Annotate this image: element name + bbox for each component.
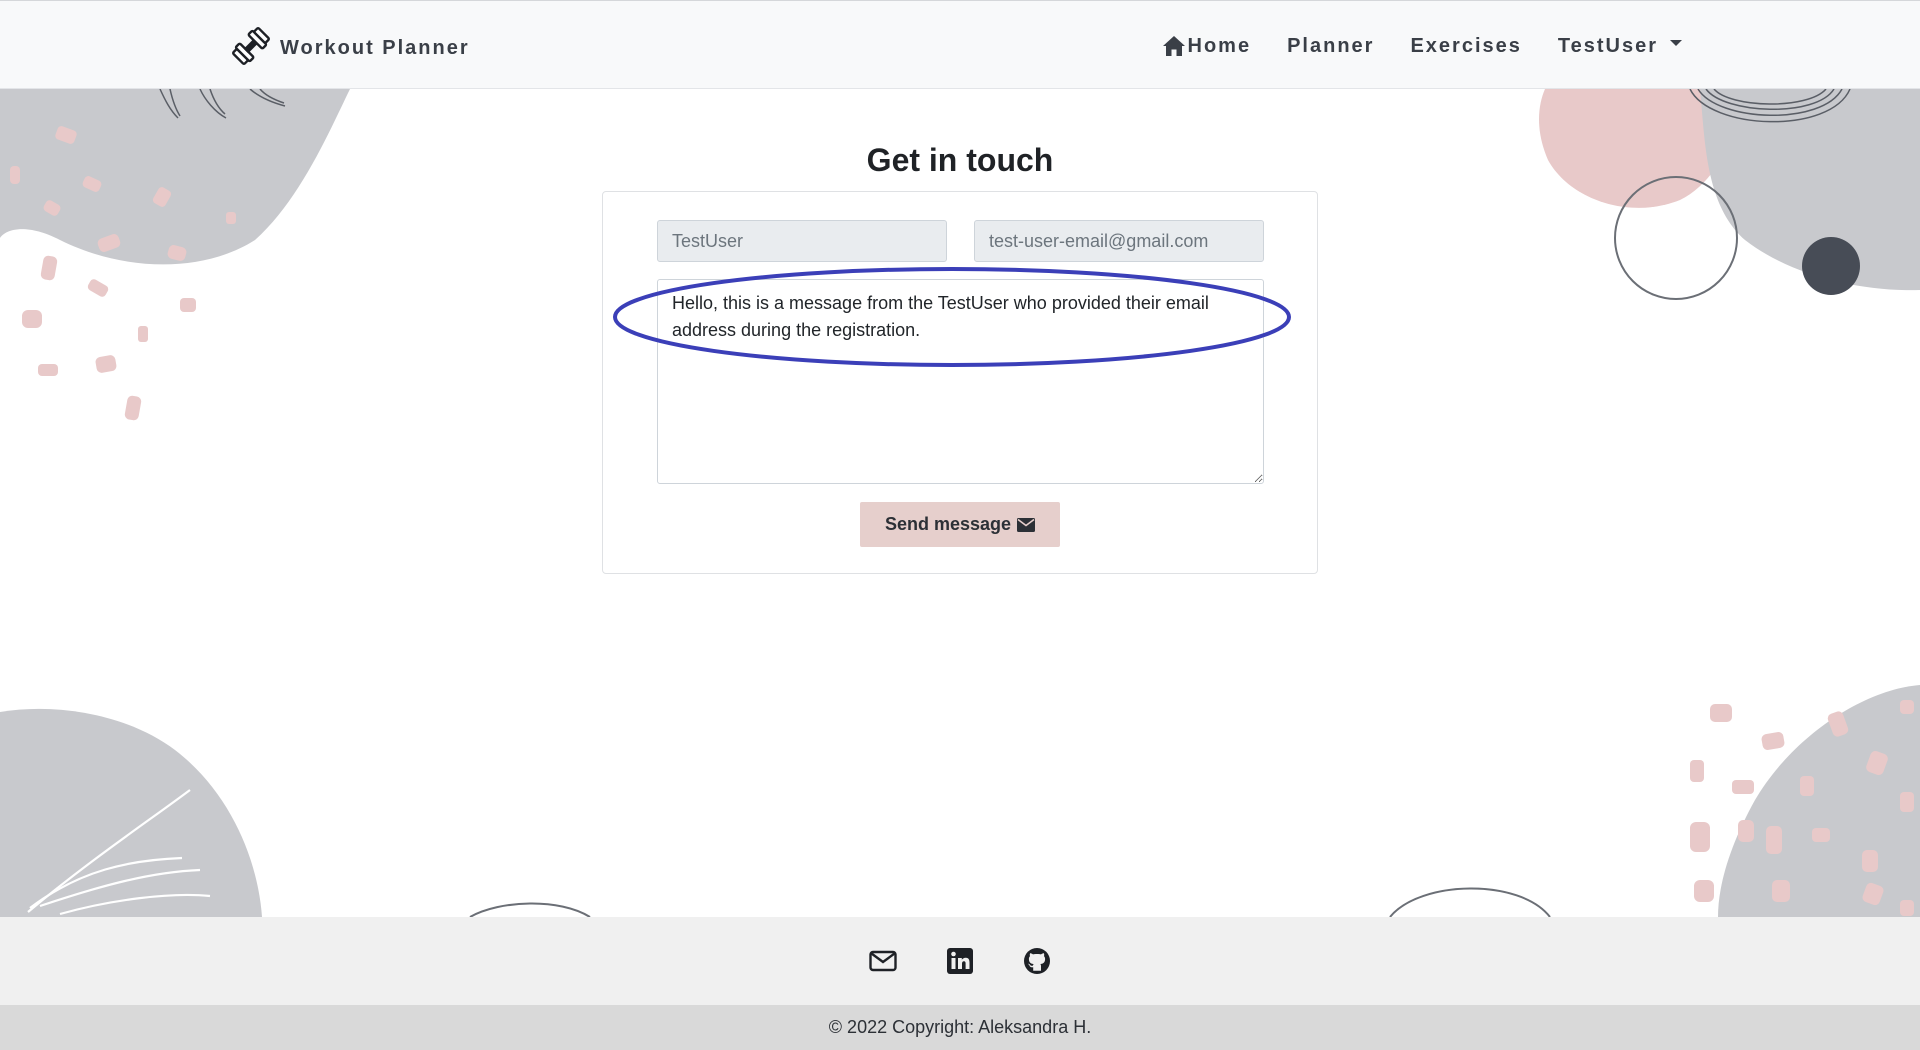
- nav-exercises-label: Exercises: [1410, 34, 1522, 57]
- message-textarea[interactable]: Hello, this is a message from the TestUs…: [657, 279, 1264, 484]
- copyright-text: © 2022 Copyright: Aleksandra H.: [828, 1017, 1092, 1037]
- footer-social-links: [0, 917, 1920, 1005]
- name-field[interactable]: [657, 220, 947, 262]
- user-dropdown[interactable]: TestUser: [1558, 35, 1682, 58]
- nav-planner-label: Planner: [1287, 34, 1375, 57]
- nav-home-label: Home: [1187, 34, 1252, 57]
- nav-exercises[interactable]: Exercises: [1410, 35, 1521, 58]
- nav-home[interactable]: Home: [1162, 35, 1252, 58]
- github-icon[interactable]: [1023, 947, 1051, 975]
- home-icon: [1162, 36, 1185, 56]
- send-message-button[interactable]: Send message: [860, 502, 1060, 547]
- linkedin-icon[interactable]: [946, 947, 974, 975]
- caret-down-icon: [1670, 40, 1682, 46]
- nav-links: Home Planner Exercises TestUser: [1162, 28, 1682, 64]
- envelope-icon: [1017, 517, 1036, 532]
- page-title: Get in touch: [866, 142, 1054, 178]
- dumbbell-icon: [232, 27, 270, 65]
- email-field[interactable]: [974, 220, 1264, 262]
- navbar: Workout Planner Home Planner Exercises T…: [0, 0, 1920, 89]
- nav-planner[interactable]: Planner: [1287, 35, 1374, 58]
- copyright-bar: © 2022 Copyright: Aleksandra H.: [0, 1005, 1920, 1050]
- contact-form: Hello, this is a message from the TestUs…: [602, 191, 1318, 574]
- brand-link[interactable]: Workout Planner: [230, 25, 470, 67]
- brand-label: Workout Planner: [280, 36, 470, 59]
- send-message-label: Send message: [884, 514, 1012, 534]
- user-dropdown-label: TestUser: [1557, 34, 1658, 57]
- envelope-icon[interactable]: [869, 947, 897, 975]
